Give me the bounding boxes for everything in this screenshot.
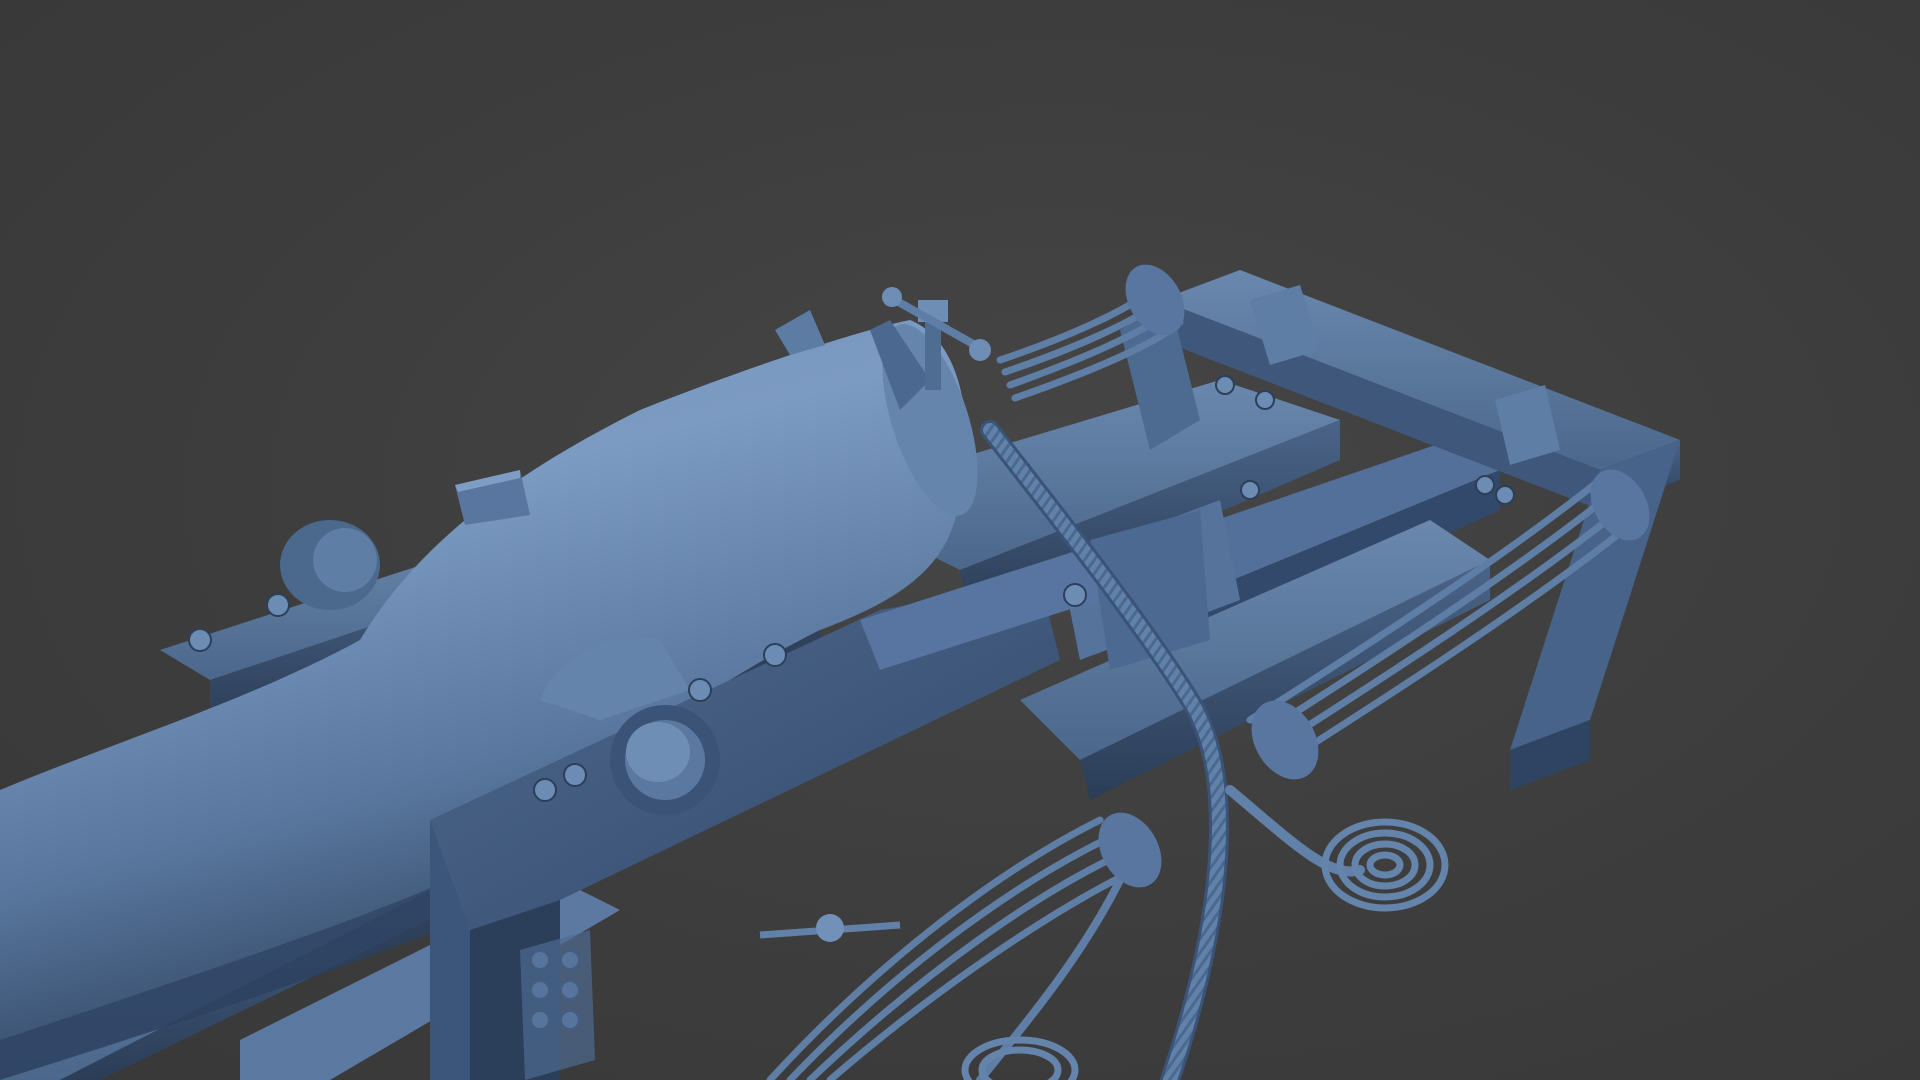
rope-coil: [1321, 818, 1449, 912]
cannon-render: [0, 264, 1680, 1080]
trunnion-left: [280, 520, 380, 610]
lower-handle: [759, 914, 901, 942]
3d-viewport[interactable]: [0, 0, 1920, 1080]
bolt-plate: [520, 930, 595, 1080]
rope-coil-bottom: [961, 1036, 1079, 1080]
